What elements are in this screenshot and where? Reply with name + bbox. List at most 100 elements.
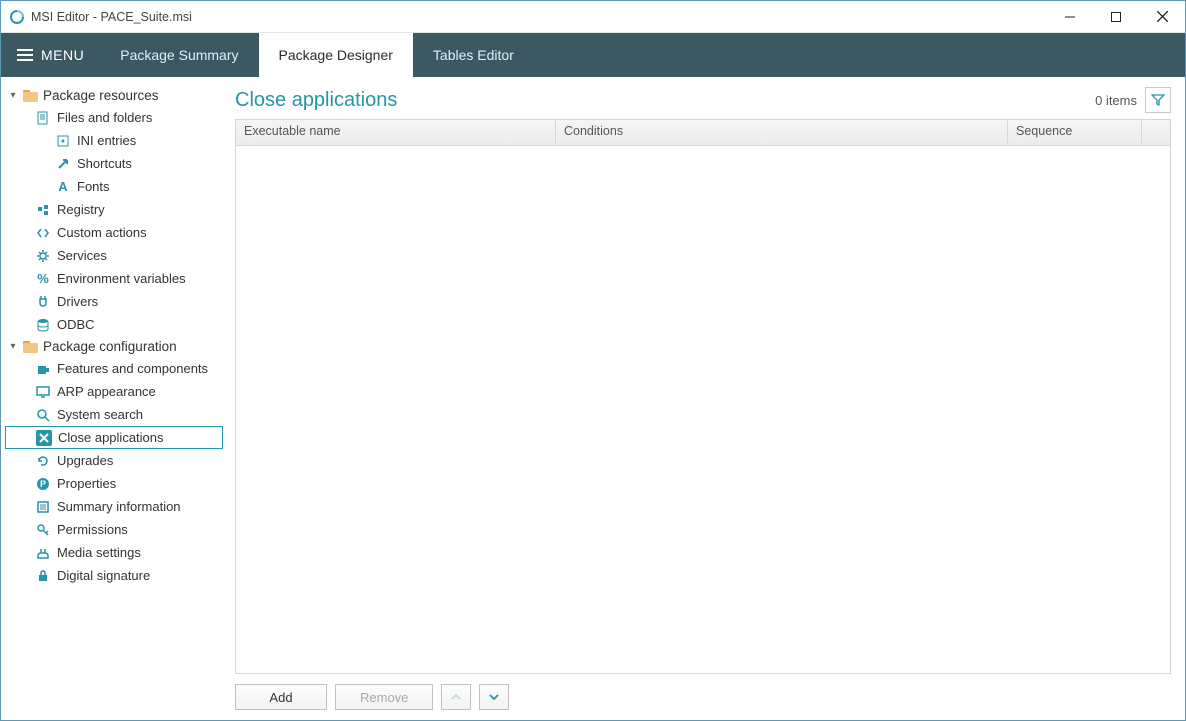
- button-label: Remove: [360, 690, 408, 705]
- font-icon: A: [55, 179, 71, 195]
- tree-item-fonts[interactable]: A Fonts: [5, 175, 223, 198]
- tree-item-features-and-components[interactable]: Features and components: [5, 357, 223, 380]
- col-spacer: [1142, 120, 1170, 145]
- move-down-button[interactable]: [479, 684, 509, 710]
- tree-item-files-and-folders[interactable]: Files and folders: [5, 106, 223, 129]
- close-button[interactable]: [1139, 1, 1185, 32]
- item-label: INI entries: [77, 133, 136, 148]
- key-icon: [35, 522, 51, 538]
- item-label: Properties: [57, 476, 116, 491]
- content-header: Close applications 0 items: [235, 87, 1171, 113]
- items-count: 0 items: [1095, 93, 1137, 108]
- tree-item-permissions[interactable]: Permissions: [5, 518, 223, 541]
- puzzle-icon: [35, 361, 51, 377]
- page-title: Close applications: [235, 89, 1095, 112]
- tab-tables-editor[interactable]: Tables Editor: [413, 33, 534, 77]
- tree-item-digital-signature[interactable]: Digital signature: [5, 564, 223, 587]
- tab-package-summary[interactable]: Package Summary: [100, 33, 258, 77]
- document-icon: [35, 110, 51, 126]
- item-label: ODBC: [57, 317, 95, 332]
- tree-item-registry[interactable]: Registry: [5, 198, 223, 221]
- ini-icon: [55, 133, 71, 149]
- maximize-button[interactable]: [1093, 1, 1139, 32]
- filter-icon: [1151, 93, 1165, 107]
- tab-label: Package Designer: [279, 47, 393, 63]
- content-area: Close applications 0 items Executable na…: [227, 77, 1185, 720]
- item-label: Environment variables: [57, 271, 186, 286]
- item-label: Registry: [57, 202, 105, 217]
- p-icon: P: [35, 476, 51, 492]
- tab-label: Package Summary: [120, 47, 238, 63]
- action-row: Add Remove: [235, 684, 1171, 710]
- chevron-down-icon: [488, 691, 500, 703]
- item-label: Features and components: [57, 361, 208, 376]
- tree-item-shortcuts[interactable]: Shortcuts: [5, 152, 223, 175]
- grid-body[interactable]: [236, 146, 1170, 673]
- tab-label: Tables Editor: [433, 47, 514, 63]
- tree-item-system-search[interactable]: System search: [5, 403, 223, 426]
- col-label: Conditions: [564, 124, 623, 138]
- group-label: Package resources: [43, 88, 159, 103]
- col-executable-name[interactable]: Executable name: [236, 120, 556, 145]
- tree-item-properties[interactable]: P Properties: [5, 472, 223, 495]
- window-title: MSI Editor - PACE_Suite.msi: [31, 10, 1047, 24]
- lock-icon: [35, 568, 51, 584]
- tree-item-upgrades[interactable]: Upgrades: [5, 449, 223, 472]
- tree-item-close-applications[interactable]: Close applications: [5, 426, 223, 449]
- tree-item-environment-variables[interactable]: % Environment variables: [5, 267, 223, 290]
- group-label: Package configuration: [43, 339, 177, 354]
- app-navbar: MENU Package Summary Package Designer Ta…: [1, 33, 1185, 77]
- col-conditions[interactable]: Conditions: [556, 120, 1008, 145]
- close-app-icon: [36, 430, 52, 446]
- remove-button[interactable]: Remove: [335, 684, 433, 710]
- percent-icon: %: [35, 271, 51, 287]
- monitor-icon: [35, 384, 51, 400]
- plug-icon: [35, 294, 51, 310]
- titlebar: MSI Editor - PACE_Suite.msi: [1, 1, 1185, 33]
- gear-icon: [35, 248, 51, 264]
- col-label: Sequence: [1016, 124, 1072, 138]
- tree-item-ini-entries[interactable]: INI entries: [5, 129, 223, 152]
- item-label: Summary information: [57, 499, 181, 514]
- tree-item-custom-actions[interactable]: Custom actions: [5, 221, 223, 244]
- main-tabs: Package Summary Package Designer Tables …: [100, 33, 534, 77]
- tree-item-services[interactable]: Services: [5, 244, 223, 267]
- tree-item-drivers[interactable]: Drivers: [5, 290, 223, 313]
- item-label: Fonts: [77, 179, 110, 194]
- menu-label: MENU: [41, 47, 84, 63]
- filter-button[interactable]: [1145, 87, 1171, 113]
- minimize-button[interactable]: [1047, 1, 1093, 32]
- item-label: Custom actions: [57, 225, 147, 240]
- data-grid: Executable name Conditions Sequence: [235, 119, 1171, 674]
- hamburger-icon: [17, 49, 33, 61]
- app-logo-icon: [9, 9, 25, 25]
- shortcut-icon: [55, 156, 71, 172]
- folder-icon: [23, 340, 39, 354]
- caret-down-icon: ▾: [7, 90, 19, 101]
- info-icon: [35, 499, 51, 515]
- media-icon: [35, 545, 51, 561]
- tree-group-package-resources[interactable]: ▾ Package resources: [5, 85, 223, 106]
- item-label: Drivers: [57, 294, 98, 309]
- registry-icon: [35, 202, 51, 218]
- window-controls: [1047, 1, 1185, 32]
- tree-item-odbc[interactable]: ODBC: [5, 313, 223, 336]
- col-label: Executable name: [244, 124, 341, 138]
- menu-button[interactable]: MENU: [1, 33, 100, 77]
- chevron-up-icon: [450, 691, 462, 703]
- item-label: Files and folders: [57, 110, 152, 125]
- add-button[interactable]: Add: [235, 684, 327, 710]
- main-area: ▾ Package resources Files and folders IN…: [1, 77, 1185, 720]
- refresh-icon: [35, 453, 51, 469]
- move-up-button[interactable]: [441, 684, 471, 710]
- tree-group-package-configuration[interactable]: ▾ Package configuration: [5, 336, 223, 357]
- search-icon: [35, 407, 51, 423]
- tree-item-media-settings[interactable]: Media settings: [5, 541, 223, 564]
- tab-package-designer[interactable]: Package Designer: [259, 33, 413, 77]
- tree-item-arp-appearance[interactable]: ARP appearance: [5, 380, 223, 403]
- item-label: Permissions: [57, 522, 128, 537]
- item-label: Close applications: [58, 430, 164, 445]
- col-sequence[interactable]: Sequence: [1008, 120, 1142, 145]
- item-label: ARP appearance: [57, 384, 156, 399]
- tree-item-summary-information[interactable]: Summary information: [5, 495, 223, 518]
